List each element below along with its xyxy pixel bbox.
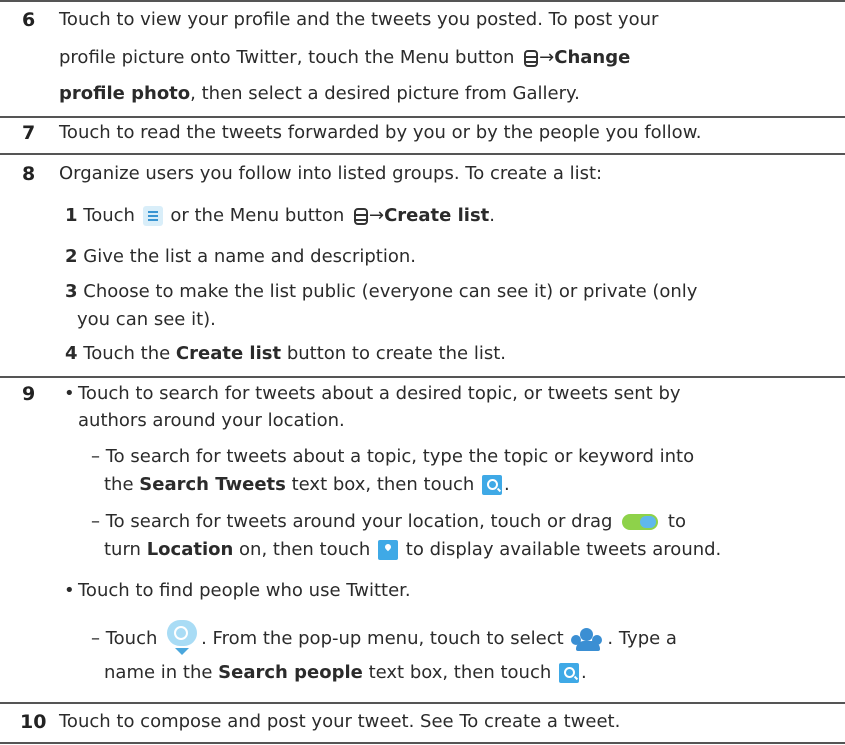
dash-text: the Search Tweets text box, then touch . <box>104 474 510 495</box>
step-2: 2 Give the list a name and description. <box>65 246 416 267</box>
bullet: • <box>64 580 75 601</box>
rule-8-9 <box>0 376 845 378</box>
dash-text: – Touch . From the pop-up menu, touch to… <box>91 620 677 658</box>
row-text: profile picture onto Twitter, touch the … <box>59 47 631 68</box>
rule-6-7 <box>0 116 845 118</box>
row-text: Touch to compose and post your tweet. Se… <box>59 711 621 732</box>
row-number: 7 <box>22 122 36 144</box>
row-text: profile photo, then select a desired pic… <box>59 83 580 104</box>
search-icon <box>558 663 579 683</box>
row-text: Touch to read the tweets forwarded by yo… <box>59 122 702 143</box>
rule-bottom <box>0 742 845 744</box>
row-text: Organize users you follow into listed gr… <box>59 163 603 184</box>
dash-text: – To search for tweets around your locat… <box>91 511 686 532</box>
location-toggle-icon <box>622 514 659 530</box>
step-3-cont: you can see it). <box>77 309 216 330</box>
row-number: 8 <box>22 163 36 185</box>
menu-button-icon <box>524 49 539 67</box>
dash-text: – To search for tweets about a topic, ty… <box>91 446 695 467</box>
row-number: 6 <box>22 9 36 31</box>
row-number: 9 <box>22 383 36 405</box>
bullet-text: Touch to find people who use Twitter. <box>78 580 411 601</box>
rule-top <box>0 0 845 2</box>
step-4: 4 Touch the Create list button to create… <box>65 343 506 364</box>
step-1: 1 Touch or the Menu button →Create list. <box>65 205 496 226</box>
search-icon <box>482 475 503 495</box>
location-pin-icon <box>378 540 399 560</box>
rule-9-10 <box>0 702 845 704</box>
bullet: • <box>64 383 75 404</box>
rule-7-8 <box>0 153 845 155</box>
row-number: 10 <box>20 711 47 733</box>
people-icon <box>571 626 605 652</box>
create-list-icon <box>142 206 163 226</box>
dash-text: turn Location on, then touch to display … <box>104 539 722 560</box>
menu-button-icon <box>354 207 368 225</box>
row-text: Touch to view your profile and the tweet… <box>59 9 659 30</box>
step-3: 3 Choose to make the list public (everyo… <box>65 281 698 302</box>
dash-text: name in the Search people text box, then… <box>104 662 587 683</box>
twitter-bubble-menu-icon <box>165 620 199 658</box>
bullet-text: Touch to search for tweets about a desir… <box>78 383 681 404</box>
bullet-text: authors around your location. <box>78 410 345 431</box>
